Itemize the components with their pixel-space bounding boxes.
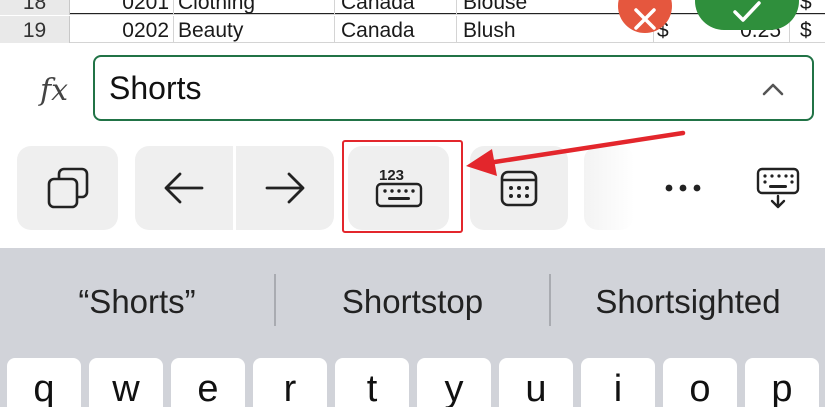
spreadsheet-grid: 18 0201 Clothing Canada Blouse $ $ 19 02… [0,0,825,48]
key-q[interactable]: q [7,358,81,407]
function-icon[interactable]: fx [32,70,76,110]
hide-keyboard-button[interactable] [733,146,823,230]
key-y[interactable]: y [417,358,491,407]
more-button[interactable] [643,146,723,230]
key-r[interactable]: r [253,358,327,407]
checkmark-icon [733,1,761,22]
table-cell[interactable]: Canada [335,0,457,15]
confirm-entry-button[interactable] [695,0,799,30]
key-p[interactable]: p [745,358,819,407]
duplicate-icon [47,167,88,209]
previous-button[interactable] [135,146,233,230]
key-e[interactable]: e [171,358,245,407]
date-picker-button[interactable] [470,146,568,230]
table-cell[interactable]: 0202 [70,16,174,43]
suggestion-item[interactable]: Shortsighted [551,280,825,324]
annotation-highlight-box [342,140,463,233]
table-cell[interactable]: $ [792,16,825,43]
next-button[interactable] [236,146,334,230]
table-cell[interactable]: 0201 [70,0,174,15]
row-header[interactable]: 18 [0,0,70,15]
arrow-right-icon [265,172,305,204]
duplicate-button[interactable] [17,146,118,230]
calendar-icon [500,170,538,207]
table-cell[interactable]: Clothing [174,0,335,15]
key-w[interactable]: w [89,358,163,407]
on-screen-keyboard: “Shorts” Shortstop Shortsighted q w e r … [0,248,825,407]
key-i[interactable]: i [581,358,655,407]
formula-value[interactable]: Shorts [109,70,201,107]
more-horizontal-icon [665,184,701,192]
arrow-left-icon [164,172,204,204]
key-t[interactable]: t [335,358,409,407]
suggestion-item[interactable]: “Shorts” [0,280,274,324]
formula-input[interactable]: Shorts [93,55,814,121]
chevron-up-icon[interactable] [760,77,786,103]
navigation-button-group [135,146,334,230]
row-header[interactable]: 19 [0,16,70,43]
table-cell[interactable]: Beauty [174,16,335,43]
keyboard-hide-icon [756,167,800,209]
key-o[interactable]: o [663,358,737,407]
suggestion-item[interactable]: Shortstop [276,280,549,324]
key-u[interactable]: u [499,358,573,407]
close-icon [634,8,656,30]
table-cell[interactable]: Canada [335,16,457,43]
scrolled-toolbar-button[interactable] [584,146,634,230]
